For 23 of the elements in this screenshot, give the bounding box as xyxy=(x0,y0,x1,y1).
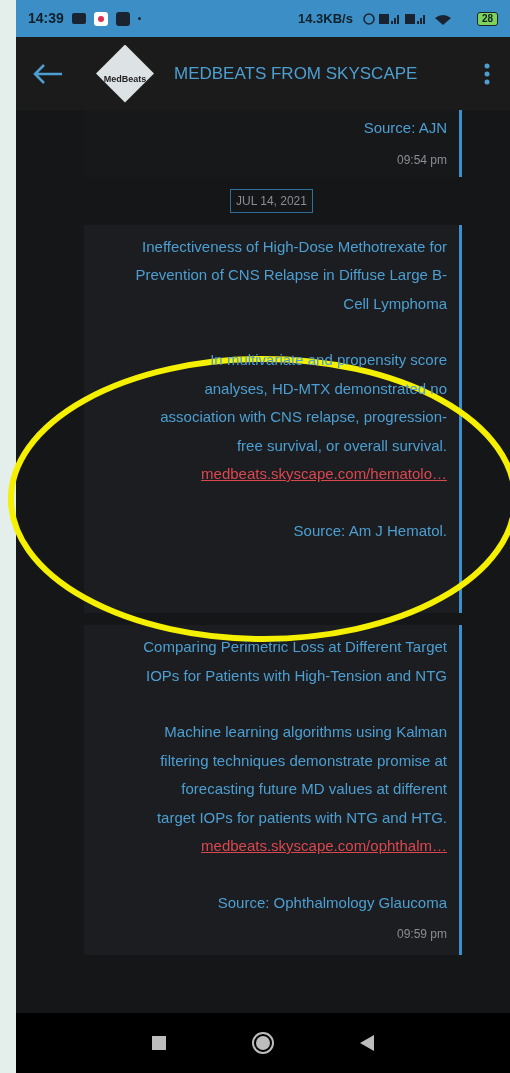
more-menu-icon[interactable] xyxy=(484,62,490,85)
back-arrow-icon[interactable] xyxy=(32,61,64,86)
network-speed: 14.3KB/s xyxy=(297,9,353,28)
message-icon xyxy=(71,13,86,24)
article-summary: Machine learning algorithms using Kalman filtering techniques demonstrate promise at forecasting future MD values at different target IOPs for patients with NTG and HTG. xyxy=(155,722,447,828)
message-time: 09:59 pm xyxy=(396,926,447,943)
date-chip: JUL 14, 2021 xyxy=(230,188,313,213)
article-link[interactable]: medbeats.skyscape.com/hematolo… xyxy=(201,460,447,489)
article-title: Comparing Perimetric Loss at Different Target IOPs for Patients with High-Tension and NTG xyxy=(142,637,447,686)
article-source: Source: AJN xyxy=(363,118,447,138)
clock-time: 14:39 xyxy=(28,9,64,28)
app-icon xyxy=(93,11,108,26)
back-icon[interactable] xyxy=(360,1035,374,1051)
app-title: MEDBEATS FROM SKYSCAPE xyxy=(174,62,418,85)
article-source: Source: Am J Hematol. xyxy=(293,520,447,541)
article-source: Source: Ophthalmology Glaucoma xyxy=(217,892,447,913)
app-icon xyxy=(115,11,130,26)
message-time: 09:54 pm xyxy=(396,151,447,169)
article-title: Ineffectiveness of High-Dose Methotrexate for Prevention of CNS Relapse in Diffuse Large B-Cell Lymphoma xyxy=(135,236,447,314)
article-link[interactable]: medbeats.skyscape.com/ophthalm… xyxy=(201,832,447,861)
battery-indicator: 28 xyxy=(476,11,498,26)
home-icon[interactable] xyxy=(252,1032,274,1054)
app-logo: MedBeats xyxy=(96,44,154,103)
